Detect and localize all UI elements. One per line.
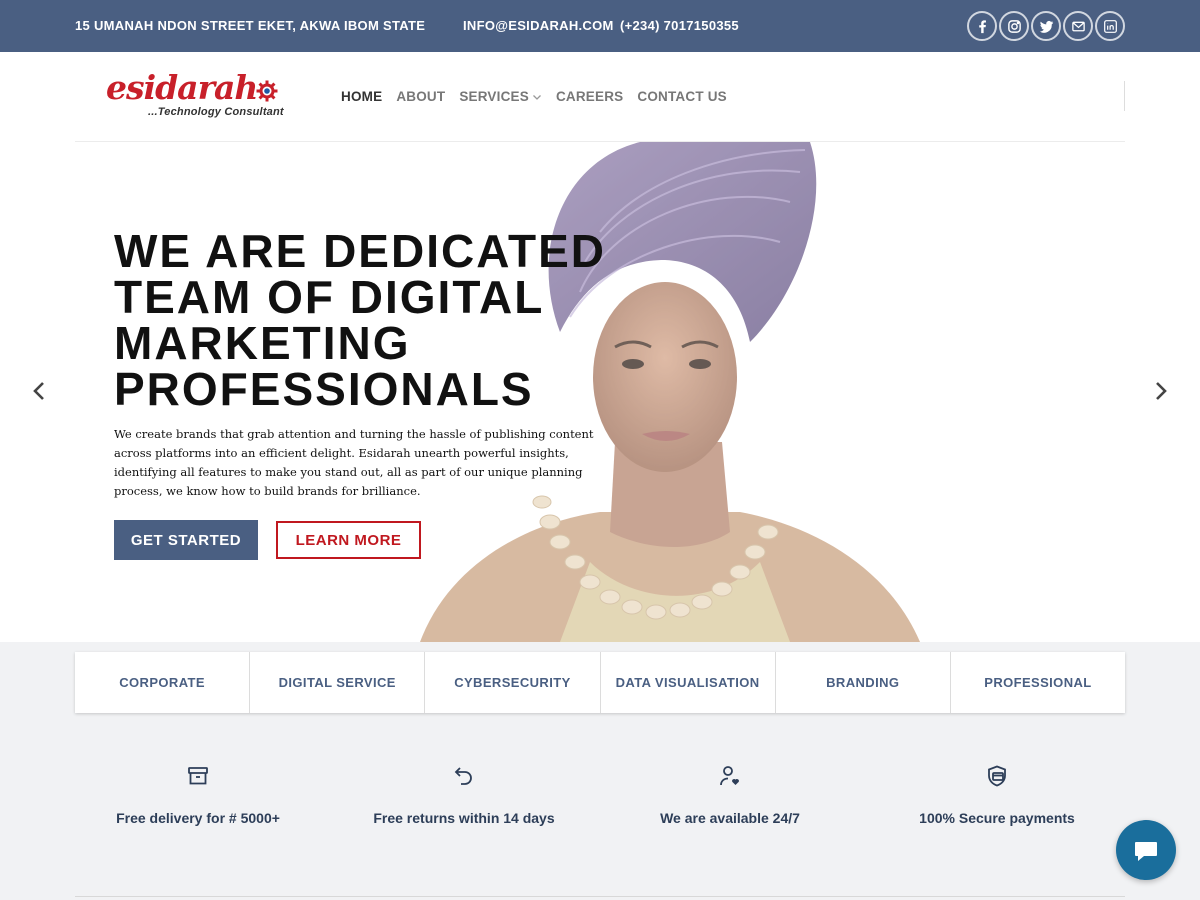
learn-more-button[interactable]: LEARN MORE	[276, 521, 421, 559]
feature-secure-payments: 100% Secure payments	[864, 764, 1130, 826]
nav-item-careers[interactable]: CAREERS	[556, 89, 623, 104]
archive-box-icon	[188, 767, 208, 785]
chevron-down-icon	[532, 94, 541, 100]
hero-slider: WE ARE DEDICATED TEAM OF DIGITAL MARKETI…	[0, 142, 1200, 642]
site-logo[interactable]: esidarah ...Technology Consultant	[106, 70, 286, 124]
nav-item-services[interactable]: SERVICES	[459, 89, 542, 104]
twitter-icon[interactable]	[1031, 11, 1061, 41]
chat-bubble-icon	[1135, 842, 1157, 861]
tab-branding[interactable]: BRANDING	[776, 652, 951, 713]
tab-professional[interactable]: PROFESSIONAL	[951, 652, 1125, 713]
return-arrow-icon	[454, 767, 472, 785]
chat-button[interactable]	[1116, 820, 1176, 880]
service-tabs: CORPORATE DIGITAL SERVICE CYBERSECURITY …	[75, 652, 1125, 713]
facebook-icon[interactable]	[967, 11, 997, 41]
site-header: esidarah ...Technology Consultant HOME A…	[0, 52, 1200, 142]
hero-title-line: PROFESSIONALS	[114, 363, 534, 415]
secure-card-shield-icon	[988, 765, 1006, 787]
logo-tagline: ...Technology Consultant	[148, 106, 284, 118]
nav-item-home[interactable]: HOME	[341, 89, 382, 104]
feature-label: Free delivery for # 5000+	[116, 810, 280, 826]
envelope-icon[interactable]	[1063, 11, 1093, 41]
feature-free-returns: Free returns within 14 days	[331, 764, 597, 826]
feature-availability: We are available 24/7	[597, 764, 863, 826]
feature-label: Free returns within 14 days	[373, 810, 555, 826]
tab-cybersecurity[interactable]: CYBERSECURITY	[425, 652, 601, 713]
feature-free-delivery: Free delivery for # 5000+	[65, 764, 331, 826]
main-nav: HOME ABOUT SERVICES CAREERS CONTACT US	[341, 89, 741, 104]
feature-label: 100% Secure payments	[919, 810, 1075, 826]
phone-link[interactable]: (+234) 7017150355	[620, 18, 739, 33]
address-text: 15 UMANAH NDON STREET EKET, AKWA IBOM ST…	[75, 18, 426, 33]
instagram-icon[interactable]	[999, 11, 1029, 41]
linkedin-icon[interactable]	[1095, 11, 1125, 41]
header-divider	[1124, 81, 1125, 111]
services-section: CORPORATE DIGITAL SERVICE CYBERSECURITY …	[0, 642, 1200, 900]
nav-item-about[interactable]: ABOUT	[396, 89, 445, 104]
feature-label: We are available 24/7	[660, 810, 800, 826]
hero-title-line: WE ARE DEDICATED	[114, 225, 606, 277]
hero-title-line: TEAM OF DIGITAL	[114, 271, 545, 323]
tab-digital-service[interactable]: DIGITAL SERVICE	[250, 652, 426, 713]
hero-title-line: MARKETING	[114, 317, 411, 369]
user-heart-icon	[720, 766, 739, 786]
section-bottom-rule	[75, 896, 1125, 897]
tab-data-visualisation[interactable]: DATA VISUALISATION	[601, 652, 776, 713]
logo-wordmark: esidarah	[106, 68, 258, 107]
get-started-button[interactable]: GET STARTED	[114, 520, 258, 560]
chevron-right-icon[interactable]	[1148, 379, 1172, 403]
tab-corporate[interactable]: CORPORATE	[75, 652, 251, 713]
email-link[interactable]: INFO@ESIDARAH.COM	[463, 18, 614, 33]
chevron-left-icon[interactable]	[28, 379, 52, 403]
gear-icon	[256, 80, 278, 102]
nav-item-services-label: SERVICES	[459, 89, 529, 104]
hero-description: We create brands that grab attention and…	[114, 427, 594, 498]
top-bar: 15 UMANAH NDON STREET EKET, AKWA IBOM ST…	[0, 0, 1200, 52]
hero-title: WE ARE DEDICATED TEAM OF DIGITAL MARKETI…	[114, 228, 674, 412]
nav-item-contact-us[interactable]: CONTACT US	[637, 89, 727, 104]
